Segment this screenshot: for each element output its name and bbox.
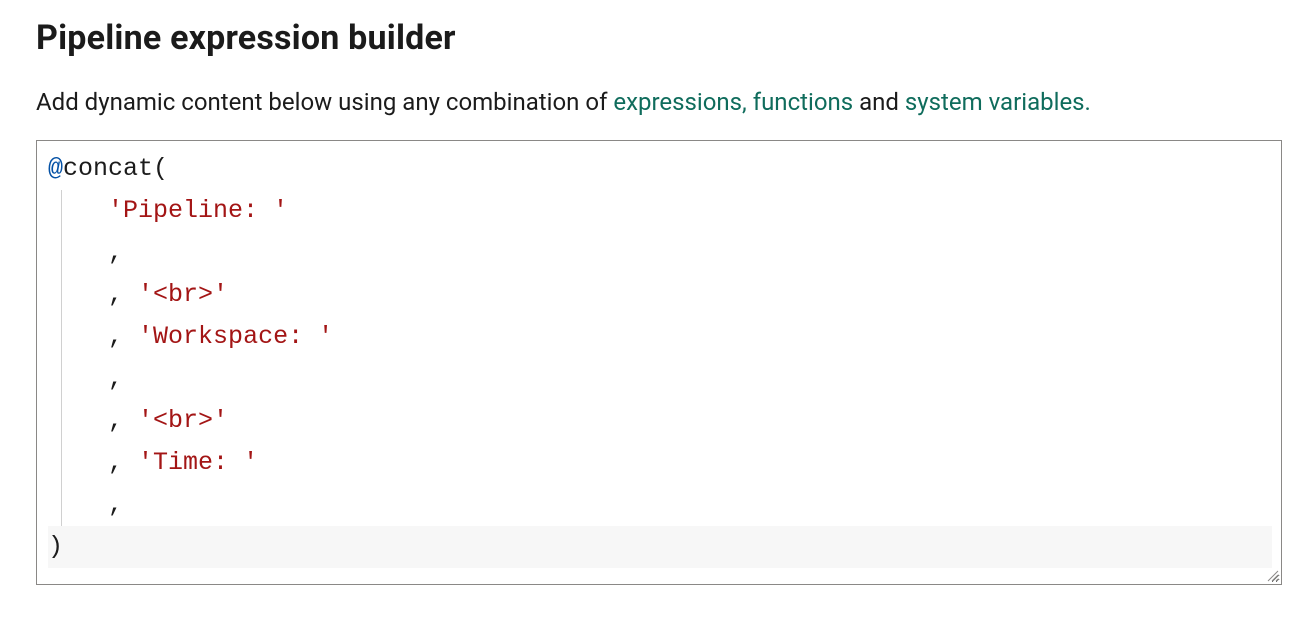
code-line[interactable]: ,	[48, 358, 1272, 400]
description-text: Add dynamic content below using any comb…	[36, 86, 1272, 118]
token-fn: concat	[63, 154, 153, 183]
code-line[interactable]: ,	[48, 232, 1272, 274]
token-comma: ,	[108, 448, 123, 477]
description-prefix: Add dynamic content below using any comb…	[36, 88, 613, 116]
token-comma: ,	[108, 238, 123, 267]
token-sp	[123, 280, 138, 309]
token-comma: ,	[108, 490, 123, 519]
token-at: @	[48, 154, 63, 183]
expression-editor-scroll[interactable]: @concat( 'Pipeline: ' , , '<br>' , 'Work…	[38, 142, 1280, 583]
token-comma: ,	[108, 322, 123, 351]
token-sp	[123, 406, 138, 435]
indent-space	[48, 406, 108, 435]
token-str: '<br>'	[138, 406, 228, 435]
code-line[interactable]: , '<br>'	[48, 274, 1272, 316]
code-line[interactable]: , '<br>'	[48, 400, 1272, 442]
code-line[interactable]: , 'Time: '	[48, 442, 1272, 484]
expression-builder-panel: Pipeline expression builder Add dynamic …	[0, 0, 1308, 605]
expression-editor-content[interactable]: @concat( 'Pipeline: ' , , '<br>' , 'Work…	[38, 142, 1280, 583]
code-line[interactable]: )	[48, 526, 1272, 568]
token-comma: ,	[108, 406, 123, 435]
description-sep2: and	[853, 88, 905, 116]
code-line[interactable]: ,	[48, 484, 1272, 526]
expression-editor[interactable]: @concat( 'Pipeline: ' , , '<br>' , 'Work…	[36, 140, 1282, 585]
indent-space	[48, 490, 108, 519]
indent-space	[48, 448, 108, 477]
indent-space	[48, 364, 108, 393]
token-sp	[123, 448, 138, 477]
token-str: 'Time: '	[138, 448, 258, 477]
link-functions[interactable]: functions	[753, 88, 853, 116]
token-comma: ,	[108, 364, 123, 393]
indent-space	[48, 280, 108, 309]
token-str: 'Pipeline: '	[108, 196, 288, 225]
link-expressions[interactable]: expressions,	[613, 88, 746, 116]
code-line[interactable]: @concat(	[48, 148, 1272, 190]
code-line[interactable]: 'Pipeline: '	[48, 190, 1272, 232]
page-title: Pipeline expression builder	[36, 18, 1272, 58]
link-system-variables[interactable]: system variables.	[905, 88, 1091, 116]
token-paren: )	[48, 532, 63, 561]
indent-space	[48, 322, 108, 351]
token-str: 'Workspace: '	[138, 322, 333, 351]
token-comma: ,	[108, 280, 123, 309]
token-str: '<br>'	[138, 280, 228, 309]
token-sp	[123, 322, 138, 351]
indent-space	[48, 238, 108, 267]
indent-space	[48, 196, 108, 225]
token-paren: (	[153, 154, 168, 183]
code-line[interactable]: , 'Workspace: '	[48, 316, 1272, 358]
